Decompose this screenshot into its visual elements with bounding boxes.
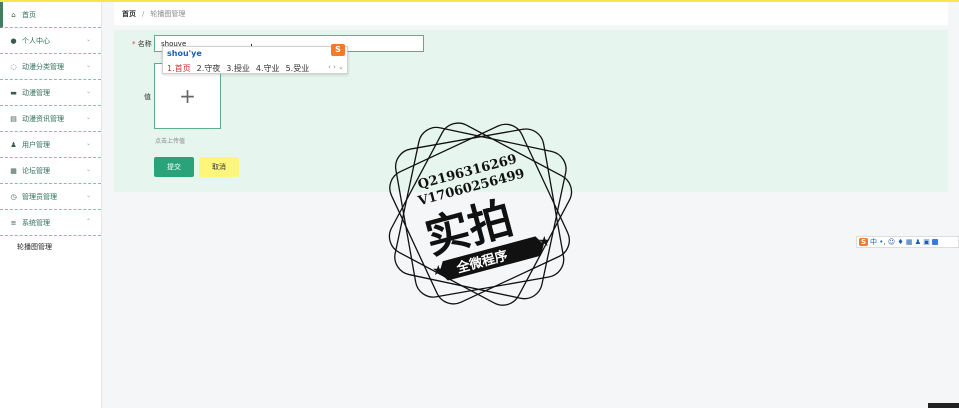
sidebar-item-anime[interactable]: ▬ 动漫管理 ⌄: [0, 80, 101, 106]
sidebar-item-home[interactable]: ⌂ 首页: [0, 2, 101, 28]
required-mark: *: [132, 40, 136, 48]
chevron-down-icon: ⌄: [85, 192, 91, 199]
ime-toolbar[interactable]: S 中 •, ☺ ♦ ▦ ♟ ▣: [856, 236, 959, 248]
breadcrumb-current: 轮播图管理: [150, 9, 186, 18]
plus-icon: +: [179, 84, 196, 108]
chevron-down-icon: ⌄: [85, 88, 91, 95]
chevron-down-icon: ⌄: [85, 114, 91, 121]
upload-tip: 点击上传值: [155, 138, 186, 145]
admin-icon: ◷: [10, 192, 17, 201]
sidebar: ⌂ 首页 ● 个人中心 ⌄ ◌ 动漫分类管理 ⌄ ▬ 动漫管理 ⌄ ▤ 动漫资讯…: [0, 2, 102, 408]
ime-nav-arrows[interactable]: ‹ › ⌄: [328, 63, 344, 71]
sidebar-item-label: 管理员管理: [22, 192, 57, 201]
news-icon: ▤: [10, 114, 17, 123]
cancel-button[interactable]: 取消: [199, 157, 239, 177]
taskbar-corner: [928, 403, 959, 408]
sidebar-item-personal[interactable]: ● 个人中心 ⌄: [0, 28, 101, 54]
breadcrumb: 首页 / 轮播图管理: [114, 2, 948, 25]
user-icon: ●: [10, 36, 17, 45]
person-icon: ♟: [10, 140, 17, 149]
star-icon: ★: [432, 263, 445, 279]
chevron-down-icon: ⌄: [85, 140, 91, 147]
ime-candidate[interactable]: 1.首页: [167, 63, 191, 74]
sidebar-item-users[interactable]: ♟ 用户管理 ⌄: [0, 132, 101, 158]
sidebar-item-label: 用户管理: [22, 140, 50, 149]
category-icon: ◌: [10, 62, 17, 71]
menu-icon: ≡: [10, 218, 17, 227]
ime-candidates: 1.首页 2.守夜 3.授业 4.守业 5.受业: [167, 63, 309, 74]
ime-pinyin: shou'ye: [167, 49, 202, 58]
watermark-stamp: Q2196316269 V17060256499 实拍 全微程序 ★ ★: [388, 122, 573, 306]
sogou-logo-icon: S: [859, 238, 869, 246]
breadcrumb-separator: /: [142, 9, 145, 18]
sidebar-item-label: 动漫管理: [22, 88, 50, 97]
ime-candidate[interactable]: 2.守夜: [197, 63, 221, 74]
name-label: * 名称: [132, 39, 152, 49]
name-label-text: 名称: [137, 40, 152, 48]
value-label: 值: [144, 93, 151, 101]
submit-button[interactable]: 提交: [154, 157, 194, 177]
sidebar-item-system[interactable]: ≡ 系统管理 ⌃: [0, 210, 101, 236]
sidebar-item-anime-category[interactable]: ◌ 动漫分类管理 ⌄: [0, 54, 101, 80]
chevron-down-icon: ⌄: [85, 62, 91, 69]
ime-candidate[interactable]: 5.受业: [286, 63, 310, 74]
sidebar-item-forum[interactable]: ▦ 论坛管理 ⌄: [0, 158, 101, 184]
ime-candidate[interactable]: 4.守业: [256, 63, 280, 74]
sidebar-item-label: 动漫分类管理: [22, 62, 64, 71]
sidebar-item-anime-news[interactable]: ▤ 动漫资讯管理 ⌄: [0, 106, 101, 132]
sidebar-item-label: 首页: [22, 10, 36, 19]
ime-candidate-popup: shou'ye 1.首页 2.守夜 3.授业 4.守业 5.受业 ‹ › ⌄ S: [162, 44, 348, 74]
chevron-down-icon: ⌄: [85, 166, 91, 173]
forum-icon: ▦: [10, 166, 17, 175]
monitor-icon: ▬: [10, 88, 17, 97]
star-icon: ★: [538, 234, 551, 250]
sidebar-subitem-carousel[interactable]: 轮播图管理: [0, 236, 101, 258]
home-icon: ⌂: [11, 10, 16, 19]
sidebar-item-label: 个人中心: [22, 36, 50, 45]
sidebar-item-label: 论坛管理: [22, 166, 50, 175]
ime-toolbar-text: 中 •, ☺ ♦ ▦ ♟ ▣: [870, 238, 930, 246]
chevron-up-icon: ⌃: [85, 218, 91, 225]
sidebar-item-label: 动漫资讯管理: [22, 114, 64, 123]
ime-candidate[interactable]: 3.授业: [226, 63, 250, 74]
skin-icon[interactable]: [931, 239, 938, 245]
sogou-logo-icon: S: [331, 44, 345, 56]
chevron-down-icon: ⌄: [85, 36, 91, 43]
sidebar-item-admins[interactable]: ◷ 管理员管理 ⌄: [0, 184, 101, 210]
sidebar-item-label: 系统管理: [22, 218, 50, 227]
breadcrumb-home[interactable]: 首页: [122, 9, 136, 19]
